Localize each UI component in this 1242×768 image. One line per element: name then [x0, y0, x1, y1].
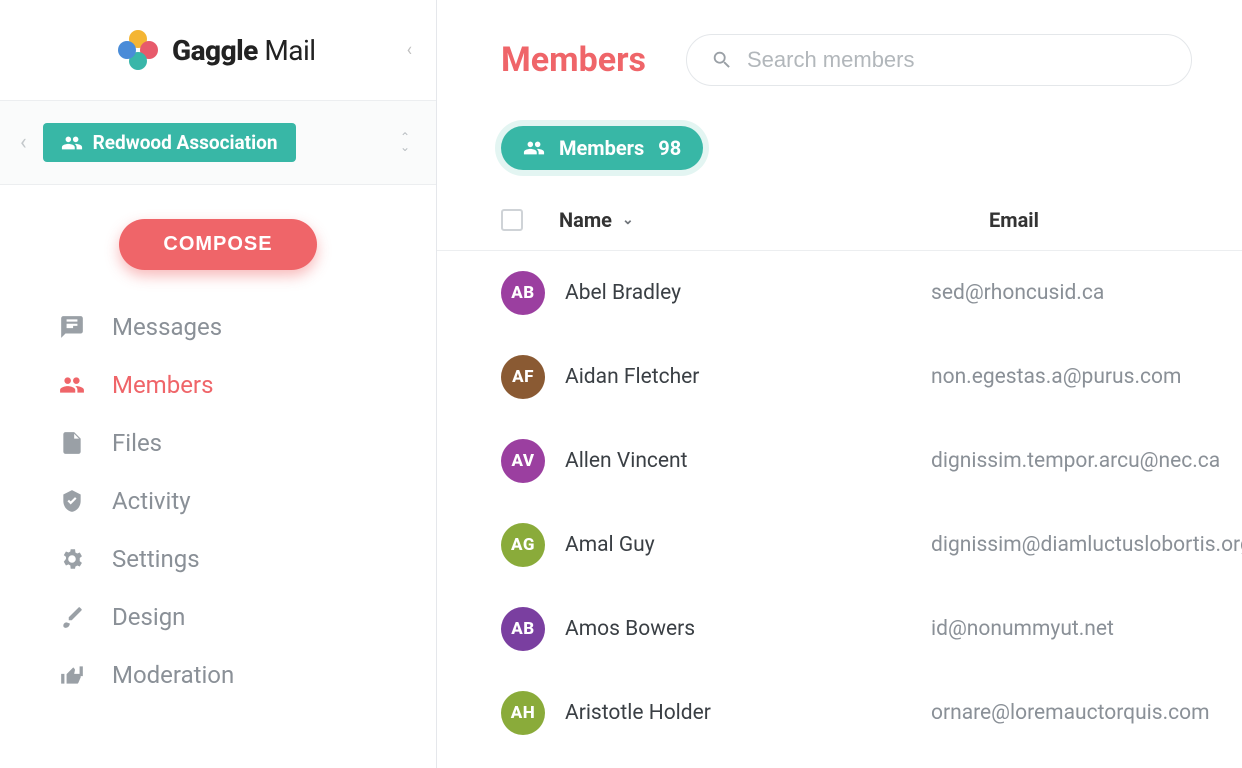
group-reorder-handle[interactable]: ⌃⌄	[400, 133, 410, 153]
member-name: Abel Bradley	[565, 281, 681, 305]
nav-item-label: Moderation	[112, 661, 234, 689]
table-header: Name ⌄ Email	[437, 188, 1242, 251]
member-row[interactable]: AF Aidan Fletcher non.egestas.a@purus.com	[437, 335, 1242, 419]
filter-count: 98	[658, 136, 681, 160]
nav: Messages Members Files Activity Settings Desi…	[0, 294, 436, 704]
nav-item-design[interactable]: Design	[0, 588, 436, 646]
member-email: ornare@loremauctorquis.com	[931, 701, 1210, 725]
main: Members Members 98 Name ⌄ Email ABAbel	[437, 0, 1242, 768]
compose-button[interactable]: COMPOSE	[119, 219, 316, 270]
search-box[interactable]	[686, 34, 1192, 86]
member-name: Aidan Fletcher	[565, 365, 699, 389]
member-row[interactable]: AH Aristotle Holder ornare@loremauctorquis…	[437, 671, 1242, 755]
column-email-label: Email	[989, 208, 1039, 232]
shield-icon	[58, 488, 86, 514]
avatar: AF	[501, 355, 545, 399]
member-email: dignissim@diamluctuslobortis.org	[931, 533, 1242, 557]
member-email: non.egestas.a@purus.com	[931, 365, 1192, 389]
member-row[interactable]: AB Amos Bowers id@nonummyut.net	[437, 587, 1242, 671]
page-title: Members	[501, 40, 646, 80]
search-icon	[711, 49, 733, 71]
logo-icon	[118, 30, 158, 70]
nav-item-label: Activity	[112, 487, 191, 515]
sort-caret-icon: ⌄	[622, 212, 634, 228]
select-all-checkbox[interactable]	[501, 209, 523, 231]
avatar: AV	[501, 439, 545, 483]
nav-item-label: Files	[112, 429, 162, 457]
nav-item-moderation[interactable]: Moderation	[0, 646, 436, 704]
nav-item-files[interactable]: Files	[0, 414, 436, 472]
members-list: AB Abel Bradley sed@rhoncusid.ca AF Aidan Fl…	[437, 251, 1242, 755]
nav-item-messages[interactable]: Messages	[0, 298, 436, 356]
group-selector: ‹ Redwood Association ⌃⌄	[0, 100, 436, 185]
column-email[interactable]: Email	[989, 208, 1192, 232]
people-icon	[61, 132, 83, 154]
brand-bold: Gaggle	[172, 34, 258, 67]
avatar: AB	[501, 607, 545, 651]
nav-item-label: Design	[112, 603, 185, 631]
thumbs-icon	[58, 662, 86, 688]
nav-item-label: Messages	[112, 313, 222, 341]
nav-item-members[interactable]: Members	[0, 356, 436, 414]
people-icon	[58, 372, 86, 398]
members-filter-pill[interactable]: Members 98	[501, 126, 703, 170]
avatar: AG	[501, 523, 545, 567]
people-icon	[523, 137, 545, 159]
brand-name: Gaggle Mail	[172, 34, 316, 67]
avatar: AB	[501, 271, 545, 315]
logo-row: Gaggle Mail ‹	[0, 0, 436, 100]
member-email: id@nonummyut.net	[931, 617, 1192, 641]
filter-label: Members	[559, 136, 644, 160]
collapse-sidebar-icon[interactable]: ‹	[407, 40, 412, 61]
file-icon	[58, 430, 86, 456]
brand-light: Mail	[258, 34, 316, 67]
column-name[interactable]: Name ⌄	[559, 208, 989, 232]
member-row[interactable]: AG Amal Guy dignissim@diamluctuslobortis.o…	[437, 503, 1242, 587]
topbar: Members	[437, 0, 1242, 86]
member-row[interactable]: AV Allen Vincent dignissim.tempor.arcu@nec…	[437, 419, 1242, 503]
gear-icon	[58, 546, 86, 572]
message-icon	[58, 314, 86, 340]
nav-item-settings[interactable]: Settings	[0, 530, 436, 588]
member-email: dignissim.tempor.arcu@nec.ca	[931, 449, 1220, 473]
brush-icon	[58, 604, 86, 630]
nav-item-label: Members	[112, 371, 213, 399]
column-name-label: Name	[559, 208, 612, 232]
member-row[interactable]: AB Abel Bradley sed@rhoncusid.ca	[437, 251, 1242, 335]
sidebar: Gaggle Mail ‹ ‹ Redwood Association ⌃⌄ C…	[0, 0, 437, 768]
member-name: Aristotle Holder	[565, 701, 711, 725]
avatar: AH	[501, 691, 545, 735]
member-name: Allen Vincent	[565, 449, 688, 473]
nav-item-activity[interactable]: Activity	[0, 472, 436, 530]
nav-item-label: Settings	[112, 545, 200, 573]
search-input[interactable]	[747, 47, 1167, 73]
group-pill[interactable]: Redwood Association	[43, 123, 296, 162]
group-name: Redwood Association	[93, 131, 278, 154]
member-name: Amos Bowers	[565, 617, 695, 641]
member-email: sed@rhoncusid.ca	[931, 281, 1192, 305]
back-icon[interactable]: ‹	[20, 130, 27, 155]
member-name: Amal Guy	[565, 533, 655, 557]
